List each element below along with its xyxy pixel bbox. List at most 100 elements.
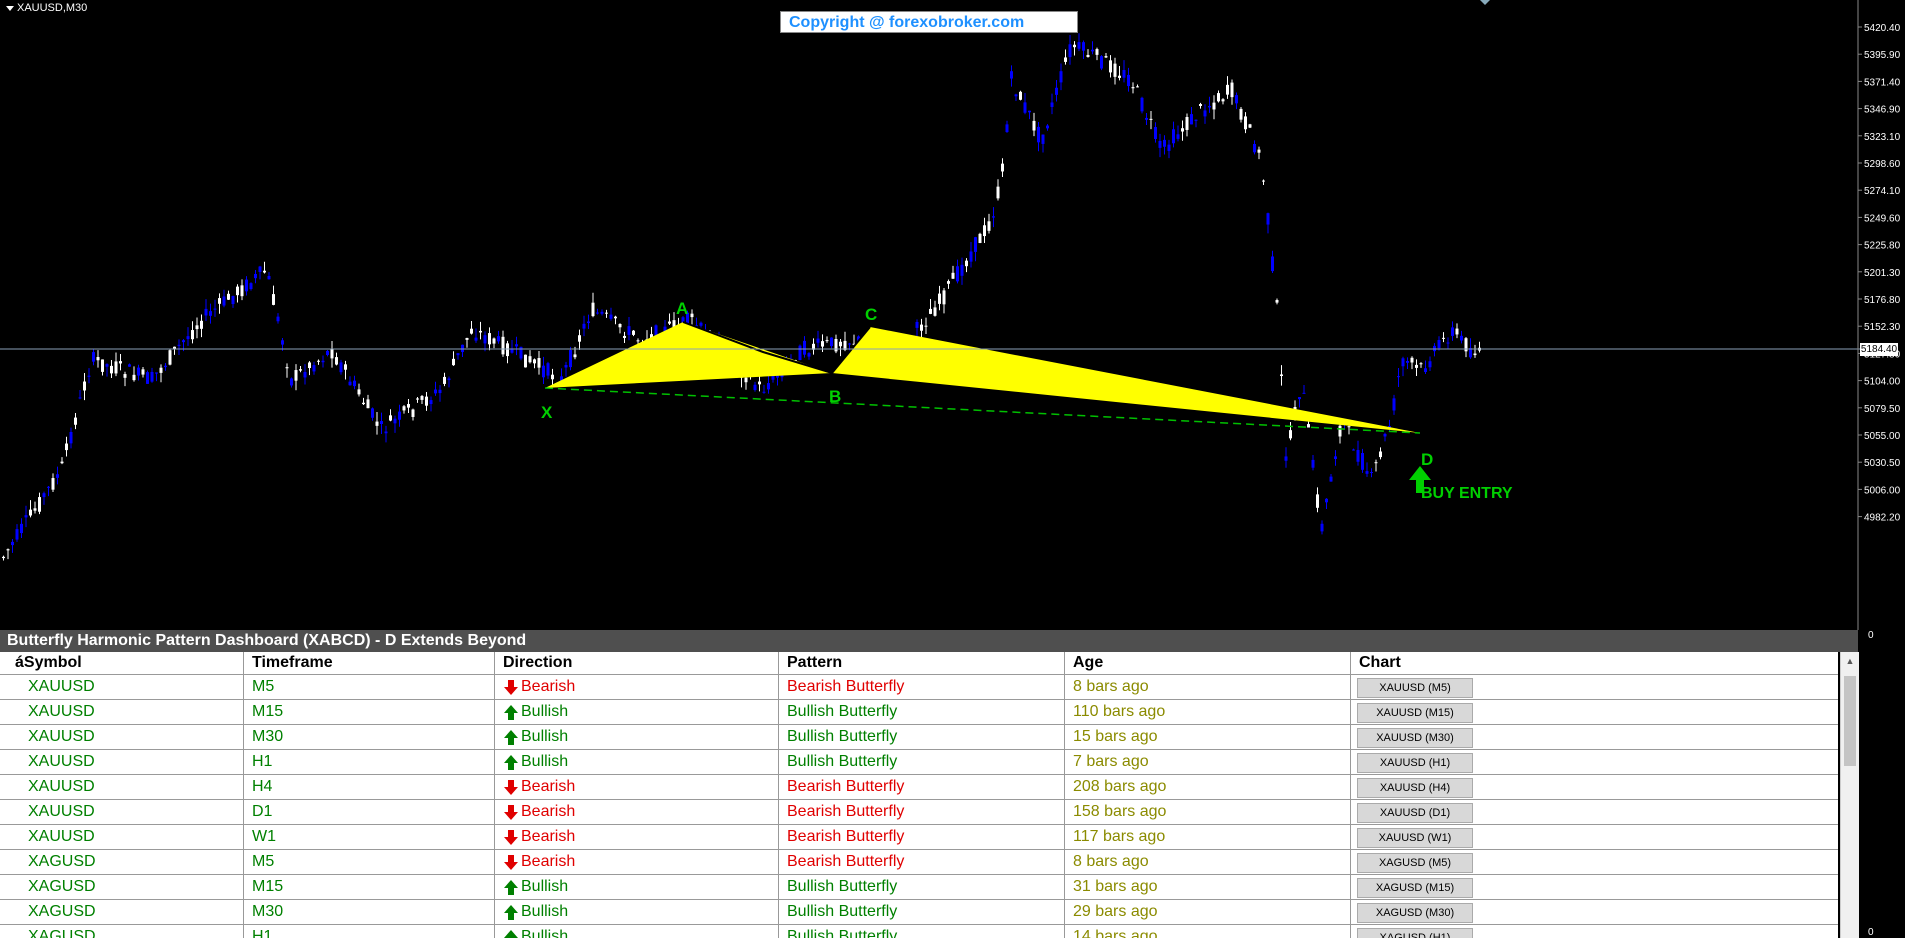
candle-body [1158,140,1162,148]
open-chart-button[interactable]: XAUUSD (M15) [1357,703,1473,723]
candle-body [956,266,959,282]
candle-body [344,364,347,370]
open-chart-button[interactable]: XAGUSD (M15) [1357,878,1473,898]
candle-body [587,321,590,324]
cell-timeframe: M15 [244,700,495,724]
candle-body [1239,108,1243,120]
candle-body [1442,337,1445,339]
candle-body [272,294,275,305]
candle-body [1262,180,1265,182]
open-chart-button[interactable]: XAUUSD (M30) [1357,728,1473,748]
candle-body [938,293,941,304]
candle-body [1365,471,1369,474]
candle-body [996,186,1000,199]
open-chart-button[interactable]: XAGUSD (M30) [1357,903,1473,923]
candle-body [816,338,820,343]
cell-direction: Bullish [495,900,779,924]
candle-body [969,251,973,262]
open-chart-button[interactable]: XAGUSD (H1) [1357,928,1473,938]
candle-body [1046,125,1049,129]
direction-label: Bullish [521,753,569,770]
candle-body [497,336,500,342]
candle-body [438,389,442,394]
candle-body [299,369,302,371]
candle-body [429,400,433,405]
candle-body [542,365,545,378]
col-age-header[interactable]: Age [1065,652,1351,674]
candle-body [47,486,50,488]
scroll-thumb[interactable] [1844,676,1856,766]
col-direction-header[interactable]: Direction [495,652,779,674]
table-row: XAUUSD M15 Bullish Bullish Butterfly 110 bar… [0,700,1838,725]
candle-body [348,381,352,386]
candle-body [753,384,757,391]
arrow-down-icon [503,853,519,871]
candle-body [627,326,631,335]
candle-body [1248,124,1252,128]
top-marker-icon [1480,0,1490,5]
cell-chart: XAGUSD (M15) [1351,875,1838,899]
candle-body [848,343,851,345]
candle-body [1280,374,1283,377]
col-chart-header[interactable]: Chart [1351,652,1838,674]
candle-body [1028,110,1031,113]
candle-body [263,270,266,273]
direction-label: Bullish [521,903,569,920]
candle-body [1140,97,1144,112]
candle-body [303,372,307,378]
candle-body [74,417,77,425]
symbol-label[interactable]: XAUUSD,M30 [6,2,87,14]
candle-body [1437,340,1441,349]
scroll-up-icon[interactable]: ▲ [1841,652,1859,670]
candle-body [1284,456,1288,461]
direction-label: Bearish [521,778,576,795]
open-chart-button[interactable]: XAUUSD (W1) [1357,828,1473,848]
candle-body [533,359,536,364]
price-chart[interactable]: 5420.40 5395.90 5371.40 5346.90 5323.10 5298.… [0,0,1905,630]
candle-body [947,281,950,284]
open-chart-button[interactable]: XAUUSD (M5) [1357,678,1473,698]
price-axis: 5420.40 5395.90 5371.40 5346.90 5323.10 5298.… [1858,23,1901,524]
col-timeframe-header[interactable]: Timeframe [244,652,495,674]
candle-body [1050,102,1054,107]
price-axis-label: 5371.40 [1864,77,1901,88]
open-chart-button[interactable]: XAUUSD (H1) [1357,753,1473,773]
candle-body [1221,99,1225,102]
candle-body [1226,84,1229,95]
candle-body [1086,54,1090,57]
candle-body [578,335,581,342]
table-row: XAGUSD M5 Bearish Bearish Butterfly 8 bars a… [0,850,1838,875]
open-chart-button[interactable]: XAUUSD (D1) [1357,803,1473,823]
candle-body [1100,56,1103,69]
candle-body [267,276,271,280]
open-chart-button[interactable]: XAGUSD (M5) [1357,853,1473,873]
candle-body [798,345,802,361]
price-axis-label: 5006.00 [1864,485,1901,496]
arrow-down-icon [503,778,519,796]
candle-body [537,358,541,368]
cell-direction: Bullish [495,725,779,749]
open-chart-button[interactable]: XAUUSD (H4) [1357,778,1473,798]
candle-body [227,293,230,300]
candle-body [483,335,487,344]
cell-chart: XAUUSD (M30) [1351,725,1838,749]
candle-body [416,398,419,400]
direction-label: Bearish [521,678,576,695]
cell-age: 158 bars ago [1065,800,1351,824]
candle-body [591,302,595,317]
candle-body [15,529,19,540]
candle-body [1446,342,1450,344]
col-symbol-header[interactable]: áSymbol [0,652,244,674]
candle-body [150,371,154,382]
candle-body [1473,353,1477,356]
col-pattern-header[interactable]: Pattern [779,652,1065,674]
cell-timeframe: M5 [244,675,495,699]
candle-body [1311,459,1315,468]
candle-body [1289,430,1292,439]
table-row: XAUUSD D1 Bearish Bearish Butterfly 158 bars… [0,800,1838,825]
table-scrollbar[interactable]: ▲ [1840,652,1859,938]
candle-body [69,432,73,444]
candle-body [1064,57,1067,62]
candle-body [1127,74,1130,87]
cell-direction: Bullish [495,750,779,774]
